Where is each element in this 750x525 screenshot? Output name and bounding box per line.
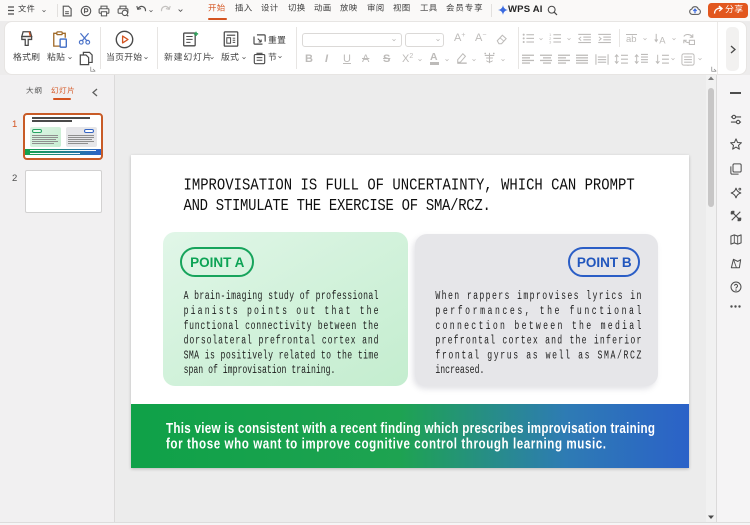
svg-text:SMA is positively related to t: SMA is positively related to the time bbox=[184, 349, 379, 363]
svg-text:A: A bbox=[659, 34, 666, 45]
svg-text:3: 3 bbox=[549, 39, 551, 44]
svg-text:prefrontal cortex and the infe: prefrontal cortex and the inferior bbox=[435, 334, 641, 348]
svg-text:pianists points out that the: pianists points out that the bbox=[184, 305, 379, 319]
svg-text:POINT A: POINT A bbox=[190, 255, 245, 270]
svg-text:span of improvisation training: span of improvisation training. bbox=[184, 364, 336, 378]
svg-text:POINT B: POINT B bbox=[577, 255, 632, 270]
svg-text:AND STIMULATE THE EXERCISE OF: AND STIMULATE THE EXERCISE OF SMA/RCZ. bbox=[184, 196, 491, 215]
svg-text:When rappers improvises lyrics: When rappers improvises lyrics in bbox=[435, 290, 641, 304]
svg-text:This view is consistent with a: This view is consistent with a recent fi… bbox=[166, 420, 655, 437]
svg-text:functional connectivity betwee: functional connectivity between the bbox=[184, 320, 379, 334]
svg-text:A brain-imaging study of profe: A brain-imaging study of professional bbox=[184, 290, 379, 304]
svg-text:dorsolateral prefrontal cortex: dorsolateral prefrontal cortex and bbox=[184, 334, 379, 348]
svg-text:IMPROVISATION IS FULL OF UNCER: IMPROVISATION IS FULL OF UNCERTAINTY, WH… bbox=[184, 176, 635, 195]
svg-text:increased.: increased. bbox=[435, 364, 484, 378]
svg-text:connection between the medial: connection between the medial bbox=[435, 320, 641, 334]
svg-text:performances, the functional: performances, the functional bbox=[435, 305, 641, 319]
svg-text:frontal gyrus as well as SMA/R: frontal gyrus as well as SMA/RCZ bbox=[435, 349, 641, 363]
svg-text:for those who want to improve: for those who want to improve cognitive … bbox=[166, 435, 606, 452]
